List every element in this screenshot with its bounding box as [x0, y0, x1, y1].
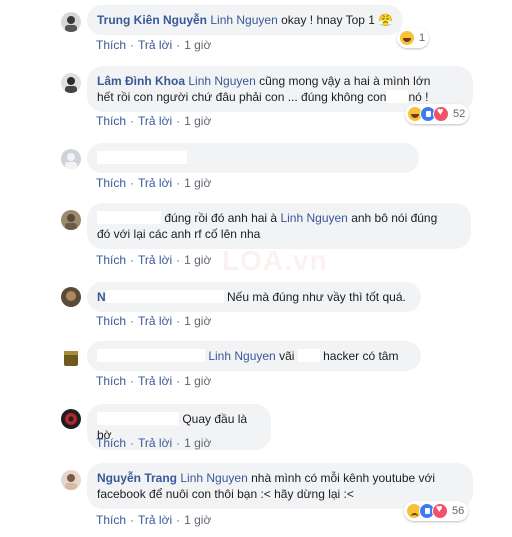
reaction-summary[interactable]: 52 — [405, 104, 470, 124]
comment-text: nhà mình có mỗi kênh youtube với — [251, 471, 436, 485]
timestamp[interactable]: 1 giờ — [184, 436, 211, 450]
comment-actions: Thích · Trả lời · 1 giờ — [96, 176, 212, 190]
redaction — [97, 349, 205, 362]
love-icon — [433, 106, 449, 122]
comment-text: okay ! hnay Top 1 😤 — [281, 13, 394, 27]
like-button[interactable]: Thích — [96, 176, 126, 190]
like-button[interactable]: Thích — [96, 374, 126, 388]
timestamp[interactable]: 1 giờ — [184, 38, 211, 52]
haha-icon — [399, 30, 415, 46]
comment-author[interactable]: Trung Kiên Nguyễn — [97, 13, 207, 27]
avatar[interactable] — [61, 12, 81, 32]
mention-link[interactable]: Linh Nguyen — [280, 211, 347, 225]
comment-text: đó với lại các anh rf cố lên nha — [97, 227, 261, 241]
reaction-count: 52 — [453, 108, 466, 120]
comment-actions: Thích · Trả lời · 1 giờ — [96, 314, 212, 328]
comment-text: hết rồi con người chứ đâu phải con ... đ… — [97, 90, 387, 104]
comment-bubble: đúng rồi đó anh hai à Linh Nguyen anh bô… — [87, 203, 471, 249]
comment-text: hacker có tâm — [323, 349, 399, 363]
comment-actions: Thích · Trả lời · 1 giờ — [96, 38, 212, 52]
like-button[interactable]: Thích — [96, 436, 126, 450]
reply-button[interactable]: Trả lời — [138, 374, 172, 388]
redaction — [105, 290, 224, 303]
like-button[interactable]: Thích — [96, 38, 126, 52]
timestamp[interactable]: 1 giờ — [184, 176, 211, 190]
redaction — [97, 151, 187, 164]
reply-button[interactable]: Trả lời — [138, 38, 172, 52]
comment-text: đúng rồi đó anh hai à — [164, 211, 278, 225]
avatar[interactable] — [61, 470, 81, 490]
like-button[interactable]: Thích — [96, 513, 126, 527]
comment-actions: Thích · Trả lời · 1 giờ — [96, 374, 212, 388]
comment-actions: Thích · Trả lời · 1 giờ — [96, 253, 212, 267]
comment-actions: Thích · Trả lời · 1 giờ — [96, 114, 212, 128]
comment-text: Nếu mà đúng như vầy thì tốt quá. — [227, 290, 406, 304]
reply-button[interactable]: Trả lời — [138, 314, 172, 328]
redaction — [297, 349, 320, 362]
reply-button[interactable]: Trả lời — [138, 114, 172, 128]
reply-button[interactable]: Trả lời — [138, 253, 172, 267]
comment-text: vãi — [279, 349, 295, 363]
comment-text: facebook để nuôi con thôi bạn :< hãy dừn… — [97, 487, 354, 501]
mention-link[interactable]: Linh Nguyen — [188, 74, 255, 88]
comment-actions: Thích · Trả lời · 1 giờ — [96, 436, 212, 450]
avatar[interactable] — [61, 348, 81, 368]
timestamp[interactable]: 1 giờ — [184, 253, 211, 267]
comment-bubble: Trung Kiên Nguyễn Linh Nguyen okay ! hna… — [87, 5, 404, 35]
comment-text: nó ! — [408, 90, 429, 104]
comment-author[interactable]: N — [97, 290, 106, 304]
timestamp[interactable]: 1 giờ — [184, 114, 211, 128]
redaction — [97, 211, 161, 224]
reply-button[interactable]: Trả lời — [138, 513, 172, 527]
reply-button[interactable]: Trả lời — [138, 436, 172, 450]
like-button[interactable]: Thích — [96, 314, 126, 328]
like-button[interactable]: Thích — [96, 114, 126, 128]
reaction-summary[interactable]: 1 — [397, 28, 430, 48]
reaction-count: 1 — [419, 32, 426, 44]
watermark: LOA.vn — [222, 245, 328, 276]
comment-author[interactable]: Lâm Đình Khoa — [97, 74, 185, 88]
mention-link[interactable]: Linh Nguyen — [210, 13, 277, 27]
avatar[interactable] — [61, 73, 81, 93]
avatar[interactable] — [61, 409, 81, 429]
comment-text: cũng mong vậy a hai à mình lớn — [259, 74, 431, 88]
reaction-summary[interactable]: 56 — [404, 501, 469, 521]
like-button[interactable]: Thích — [96, 253, 126, 267]
comment-text: anh bô nói đúng — [351, 211, 438, 225]
reply-button[interactable]: Trả lời — [138, 176, 172, 190]
avatar[interactable] — [61, 210, 81, 230]
comment-feed: LOA.vn Trung Kiên Nguyễn Linh Nguyen oka… — [0, 0, 512, 537]
timestamp[interactable]: 1 giờ — [184, 513, 211, 527]
mention-link[interactable]: Linh Nguyen — [208, 349, 275, 363]
redaction — [386, 90, 409, 103]
reaction-count: 56 — [452, 505, 465, 517]
love-icon — [432, 503, 448, 519]
comment-bubble: Linh Nguyen vãi hacker có tâm — [87, 341, 421, 371]
comment-author[interactable]: Nguyễn Trang — [97, 471, 177, 485]
comment-bubble: N Nếu mà đúng như vầy thì tốt quá. — [87, 282, 421, 312]
comment-bubble — [87, 143, 419, 173]
avatar[interactable] — [61, 149, 81, 169]
avatar[interactable] — [61, 287, 81, 307]
timestamp[interactable]: 1 giờ — [184, 314, 211, 328]
comment-actions: Thích · Trả lời · 1 giờ — [96, 513, 212, 527]
timestamp[interactable]: 1 giờ — [184, 374, 211, 388]
redaction — [97, 412, 179, 425]
mention-link[interactable]: Linh Nguyen — [180, 471, 247, 485]
